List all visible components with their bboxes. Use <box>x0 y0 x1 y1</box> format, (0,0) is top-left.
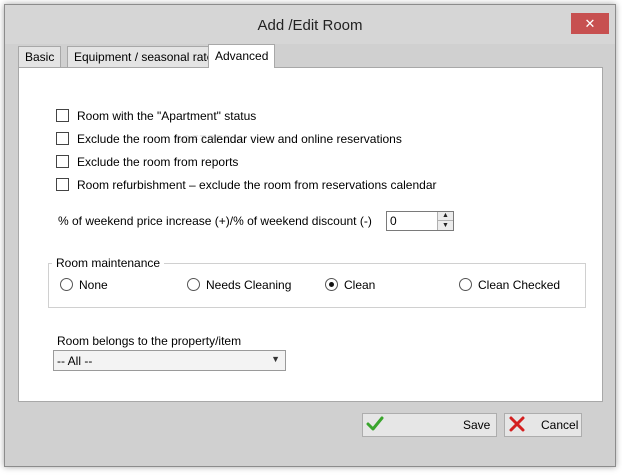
apartment-status-label: Room with the "Apartment" status <box>77 109 257 123</box>
refurbishment-checkbox[interactable] <box>56 178 69 191</box>
save-button[interactable]: Save <box>362 413 497 437</box>
x-icon <box>509 416 525 432</box>
close-button[interactable]: ✕ <box>571 13 609 34</box>
refurbishment-label: Room refurbishment – exclude the room fr… <box>77 178 437 192</box>
dialog-footer: Save Cancel <box>18 400 603 450</box>
property-label: Room belongs to the property/item <box>57 334 242 348</box>
radio-needs-cleaning[interactable] <box>187 278 200 291</box>
room-maintenance-title: Room maintenance <box>52 256 165 270</box>
chevron-down-icon[interactable]: ▼ <box>271 354 280 364</box>
add-edit-room-dialog: Add /Edit Room ✕ Basic Equipment / seaso… <box>4 4 616 467</box>
radio-clean-label: Clean <box>344 278 376 292</box>
save-button-label: Save <box>463 418 491 432</box>
radio-needs-cleaning-label: Needs Cleaning <box>206 278 292 292</box>
radio-clean-checked[interactable] <box>459 278 472 291</box>
tab-equipment-seasonal-rates[interactable]: Equipment / seasonal rates <box>67 46 227 67</box>
exclude-reports-label: Exclude the room from reports <box>77 155 239 169</box>
radio-clean-checked-label: Clean Checked <box>478 278 561 292</box>
exclude-reports-checkbox[interactable] <box>56 155 69 168</box>
cancel-button-label: Cancel <box>541 418 579 432</box>
radio-clean[interactable] <box>325 278 338 291</box>
weekend-price-value[interactable]: 0 <box>390 214 397 228</box>
exclude-calendar-checkbox[interactable] <box>56 132 69 145</box>
window-title: Add /Edit Room <box>257 17 363 34</box>
tab-basic[interactable]: Basic <box>18 46 62 67</box>
cancel-button[interactable]: Cancel <box>504 413 582 437</box>
property-selected-value: -- All -- <box>57 354 93 368</box>
advanced-tab-panel: SOFTPEDIA Room with the "Apartment" stat… <box>18 67 603 402</box>
weekend-price-label: % of weekend price increase (+)/% of wee… <box>58 214 372 228</box>
close-icon: ✕ <box>584 16 596 31</box>
radio-selected-dot <box>329 282 334 287</box>
chevron-down-icon[interactable]: ▼ <box>438 221 453 230</box>
chevron-up-icon[interactable]: ▲ <box>438 212 453 221</box>
title-bar: Add /Edit Room ✕ <box>5 5 615 44</box>
radio-none-label: None <box>79 278 108 292</box>
exclude-calendar-label: Exclude the room from calendar view and … <box>77 132 402 146</box>
spinner-buttons: ▲ ▼ <box>437 212 453 230</box>
apartment-status-checkbox[interactable] <box>56 109 69 122</box>
radio-none[interactable] <box>60 278 73 291</box>
tab-advanced[interactable]: Advanced <box>208 44 276 68</box>
checkmark-icon <box>366 416 384 431</box>
weekend-price-spinner[interactable]: 0 ▲ ▼ <box>386 211 454 231</box>
property-select[interactable]: -- All -- ▼ <box>53 350 286 371</box>
